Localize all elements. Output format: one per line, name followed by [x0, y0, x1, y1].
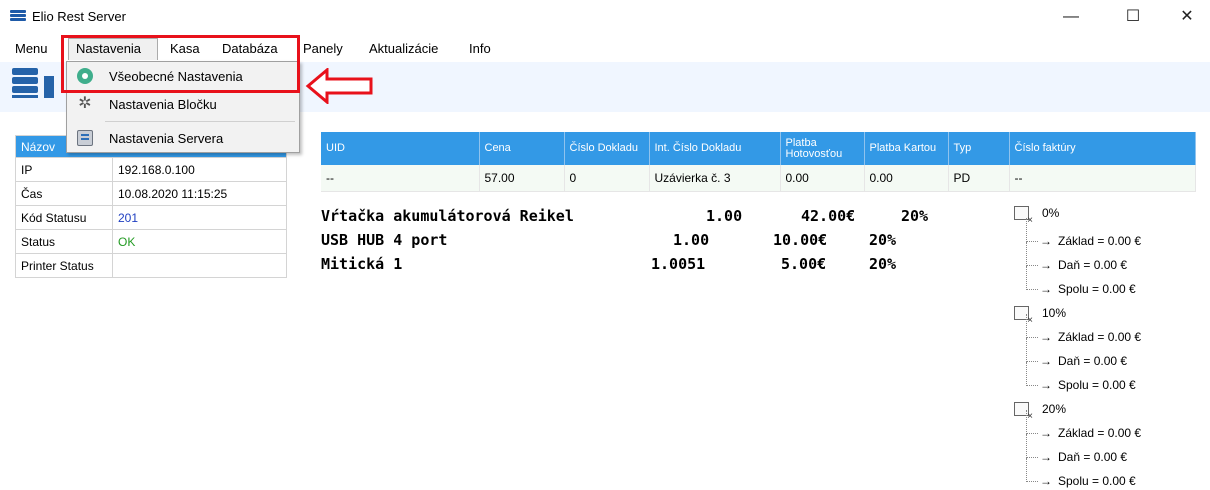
arrow-icon: → [1040, 354, 1052, 368]
window-title: Elio Rest Server [32, 9, 126, 24]
menu-separator [105, 121, 295, 122]
menu-item-nastavenia-servera[interactable]: Nastavenia Servera [67, 126, 299, 150]
status-value: OK [112, 229, 287, 254]
server-logo-icon [12, 68, 38, 102]
app-server-icon [10, 10, 26, 24]
info-key: Kód Statusu [15, 205, 113, 230]
menu-panely[interactable]: Panely [303, 41, 343, 56]
menu-item-label: Nastavenia Bločku [109, 97, 217, 112]
info-value: 10.08.2020 11:15:25 [112, 181, 287, 206]
col-cislo-faktury[interactable]: Číslo faktúry [1009, 132, 1196, 165]
receipt-item-price: 10.00€ [773, 231, 828, 249]
cell-typ: PD [948, 165, 1010, 192]
tree-node-label: 0% [1042, 206, 1060, 220]
menu-item-label: Nastavenia Servera [109, 131, 224, 146]
cell-uid: -- [321, 165, 480, 192]
info-key: Printer Status [15, 253, 113, 278]
maximize-button[interactable]: ☐ [1110, 4, 1156, 30]
col-cislo-dokladu[interactable]: Číslo Dokladu [564, 132, 650, 165]
receipt-item-name: Mitická 1 [321, 255, 403, 273]
cell-int-cislo-dokladu: Uzávierka č. 3 [649, 165, 781, 192]
receipt-item-qty: 1.00 [706, 207, 743, 225]
annotation-arrow-icon [305, 68, 373, 104]
cell-platba-hotovostou: 0.00 [780, 165, 865, 192]
col-uid[interactable]: UID [321, 132, 480, 165]
info-key: Status [15, 229, 113, 254]
table-row[interactable]: -- 57.00 0 Uzávierka č. 3 0.00 0.00 PD -… [321, 165, 1196, 192]
arrow-icon: → [1040, 258, 1052, 272]
tree-leaf-label: Základ = 0.00 € [1058, 426, 1142, 440]
info-key: Čas [15, 181, 113, 206]
cell-cislo-faktury: -- [1009, 165, 1196, 192]
receipt-item-vat: 20% [901, 207, 929, 225]
gear-icon: ✲ [78, 95, 92, 112]
arrow-icon: → [1040, 330, 1052, 344]
minimize-button[interactable]: — [1048, 4, 1094, 30]
arrow-icon: → [1040, 378, 1052, 392]
info-row: Čas 10.08.2020 11:15:25 [15, 181, 287, 206]
arrow-icon: → [1040, 474, 1052, 488]
col-cena[interactable]: Cena [479, 132, 565, 165]
col-int-cislo-dokladu[interactable]: Int. Číslo Dokladu [649, 132, 781, 165]
documents-grid[interactable]: UID Cena Číslo Dokladu Int. Číslo Doklad… [321, 132, 1196, 192]
arrow-icon: → [1040, 282, 1052, 296]
tree-leaf-label: Daň = 0.00 € [1058, 258, 1128, 272]
cell-platba-kartou: 0.00 [864, 165, 949, 192]
info-value [112, 253, 287, 278]
tree-leaf-label: Spolu = 0.00 € [1058, 282, 1136, 296]
menu-item-nastavenia-blocku[interactable]: ✲ Nastavenia Bločku [67, 92, 299, 116]
receipt-item-vat: 20% [869, 231, 897, 249]
receipt-item-qty: 1.0051 [651, 255, 706, 273]
tree-leaf-label: Základ = 0.00 € [1058, 330, 1142, 344]
arrow-icon: → [1040, 426, 1052, 440]
tree-node-label: 10% [1042, 306, 1067, 320]
tree-leaf-label: Spolu = 0.00 € [1058, 474, 1136, 488]
col-platba-kartou[interactable]: Platba Kartou [864, 132, 949, 165]
cell-cena: 57.00 [479, 165, 565, 192]
receipt-item-qty: 1.00 [673, 231, 710, 249]
menu-aktualizacie[interactable]: Aktualizácie [369, 41, 438, 56]
info-row: Kód Statusu 201 [15, 205, 287, 230]
status-code-value: 201 [112, 205, 287, 230]
receipt-item-vat: 20% [869, 255, 897, 273]
info-key: IP [15, 157, 113, 182]
arrow-icon: → [1040, 234, 1052, 248]
close-button[interactable]: ✕ [1164, 4, 1210, 30]
receipt-item-price: 42.00€ [801, 207, 856, 225]
col-platba-hotovostou[interactable]: Platba Hotovosťou [780, 132, 865, 165]
grid-header-row: UID Cena Číslo Dokladu Int. Číslo Doklad… [321, 132, 1196, 165]
info-row: IP 192.168.0.100 [15, 157, 287, 182]
menu-menu[interactable]: Menu [15, 41, 48, 56]
tree-leaf-label: Daň = 0.00 € [1058, 354, 1128, 368]
info-row: Printer Status [15, 253, 287, 278]
tree-leaf-label: Spolu = 0.00 € [1058, 378, 1136, 392]
arrow-icon: → [1040, 450, 1052, 464]
info-table: Názov IP 192.168.0.100 Čas 10.08.2020 11… [15, 135, 287, 278]
receipt-item-price: 5.00€ [781, 255, 827, 273]
receipt-item-name: USB HUB 4 port [321, 231, 448, 249]
menu-info[interactable]: Info [469, 41, 491, 56]
annotation-highlight-box [61, 35, 300, 93]
tree-leaf-label: Daň = 0.00 € [1058, 450, 1128, 464]
info-value: 192.168.0.100 [112, 157, 287, 182]
cell-cislo-dokladu: 0 [564, 165, 650, 192]
receipt-item-name: Vŕtačka akumulátorová Reikel [321, 207, 574, 225]
tree-leaf-label: Základ = 0.00 € [1058, 234, 1142, 248]
col-typ[interactable]: Typ [948, 132, 1010, 165]
logo-text-fragment [44, 76, 54, 98]
info-row: Status OK [15, 229, 287, 254]
title-bar: Elio Rest Server — ☐ ✕ [0, 0, 1210, 34]
tree-node-label: 20% [1042, 402, 1067, 416]
server-icon [77, 130, 93, 146]
